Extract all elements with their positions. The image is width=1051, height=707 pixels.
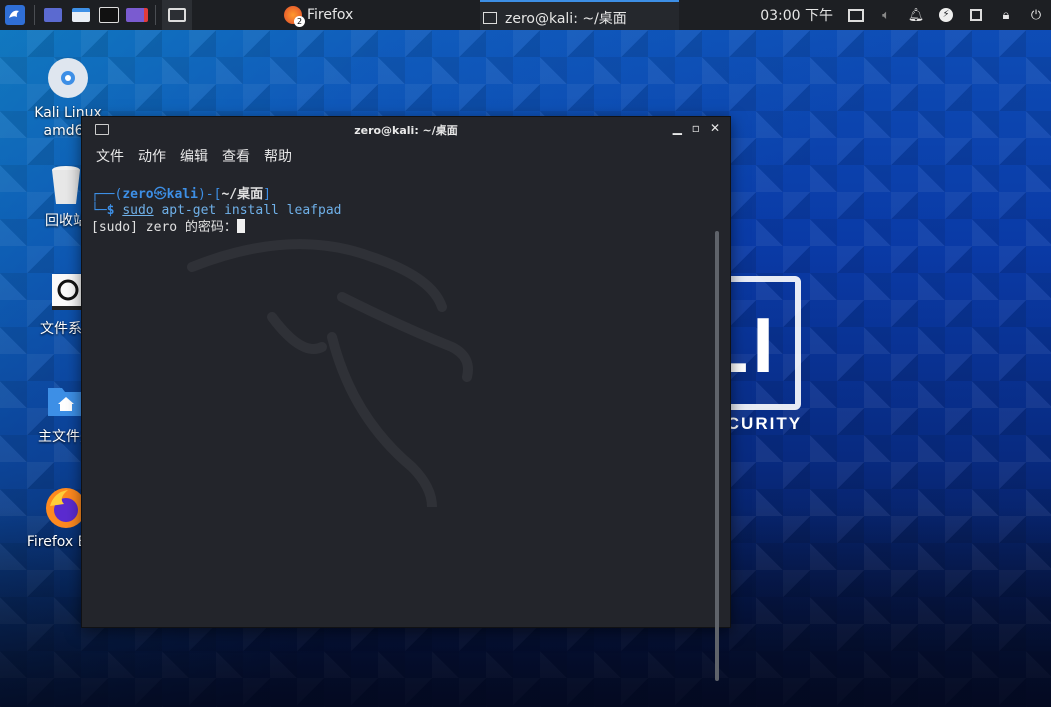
text-cursor: [236, 219, 245, 233]
system-tray: 03:00 下午 🔈︎ 🔔︎ ⚡︎ 🔒︎ ⏻: [760, 0, 1051, 30]
menu-actions[interactable]: 动作: [138, 146, 166, 166]
bell-icon: 🔔︎: [907, 7, 925, 23]
power-plug-icon: ⚡︎: [939, 8, 953, 22]
terminal-scrollbar[interactable]: [715, 231, 719, 681]
volume-button[interactable]: 🔈︎: [871, 0, 901, 30]
terminal-menubar: 文件 动作 编辑 查看 帮助: [82, 143, 730, 169]
terminal-lines: ┌──(zero㉿kali)-[~/桌面] └─$ sudo apt-get i…: [91, 187, 342, 235]
menu-file[interactable]: 文件: [96, 146, 124, 166]
menu-view[interactable]: 查看: [222, 146, 250, 166]
terminal-titlebar[interactable]: zero@kali: ~/桌面 ▁ ▫ ✕: [82, 117, 730, 143]
network-icon: [970, 9, 982, 21]
screen-recorder-button[interactable]: [123, 0, 151, 30]
taskbar: 2 Firefox zero@kali: ~/桌面 03:00 下午 🔈︎ 🔔︎…: [0, 0, 1051, 30]
workspace-icon: [168, 8, 186, 22]
prompt-dir: ~/桌面: [221, 187, 264, 202]
monitor-icon: [848, 8, 864, 22]
taskbar-separator: [155, 5, 156, 25]
disc-icon: [46, 56, 90, 100]
lock-screen-button[interactable]: 🔒︎: [991, 0, 1021, 30]
logout-button[interactable]: ⏻: [1021, 0, 1051, 30]
prompt-host: kali: [166, 187, 198, 202]
terminal-task-icon: [483, 12, 497, 24]
terminal-output[interactable]: ┌──(zero㉿kali)-[~/桌面] └─$ sudo apt-get i…: [82, 177, 730, 681]
terminal-icon: [99, 7, 119, 23]
prompt-user: zero: [122, 187, 154, 202]
task-firefox[interactable]: 2 Firefox: [284, 0, 353, 30]
command-sudo: sudo: [122, 203, 154, 218]
kali-dragon-icon: [5, 5, 25, 25]
prompt-at: ㉿: [153, 187, 167, 202]
task-terminal-label: zero@kali: ~/桌面: [505, 11, 627, 27]
folder-icon: [72, 8, 90, 22]
command-args: apt-get install leafpad: [161, 203, 342, 218]
close-button[interactable]: ✕: [710, 121, 720, 135]
logout-icon: ⏻: [1030, 7, 1042, 23]
firefox-icon: 2: [284, 6, 305, 27]
lock-icon: 🔒︎: [1002, 7, 1010, 23]
password-prompt: [sudo] zero 的密码：: [91, 220, 237, 235]
power-manager-button[interactable]: ⚡︎: [931, 0, 961, 30]
kali-menu-button[interactable]: [0, 0, 30, 30]
display-button[interactable]: [841, 0, 871, 30]
file-manager-button[interactable]: [67, 0, 95, 30]
terminal-title: zero@kali: ~/桌面: [354, 124, 458, 137]
terminal-window[interactable]: zero@kali: ~/桌面 ▁ ▫ ✕ 文件 动作 编辑 查看 帮助 ┌──…: [81, 116, 731, 681]
kali-dragon-watermark: [187, 239, 473, 507]
workspace-button[interactable]: [162, 0, 192, 30]
clock[interactable]: 03:00 下午: [760, 5, 833, 25]
network-button[interactable]: [961, 0, 991, 30]
show-desktop-button[interactable]: [39, 0, 67, 30]
maximize-button[interactable]: ▫: [692, 121, 700, 135]
task-firefox-label: Firefox: [307, 7, 354, 23]
recorder-icon: [126, 8, 148, 22]
task-terminal[interactable]: zero@kali: ~/桌面: [480, 0, 679, 30]
speaker-icon: 🔈︎: [882, 7, 890, 23]
desktop-icon: [44, 8, 62, 22]
window-count-badge: 2: [294, 16, 305, 27]
menu-edit[interactable]: 编辑: [180, 146, 208, 166]
minimize-button[interactable]: ▁: [673, 121, 682, 135]
notifications-button[interactable]: 🔔︎: [901, 0, 931, 30]
menu-help[interactable]: 帮助: [264, 146, 292, 166]
taskbar-separator: [34, 5, 35, 25]
terminal-launcher-button[interactable]: [95, 0, 123, 30]
